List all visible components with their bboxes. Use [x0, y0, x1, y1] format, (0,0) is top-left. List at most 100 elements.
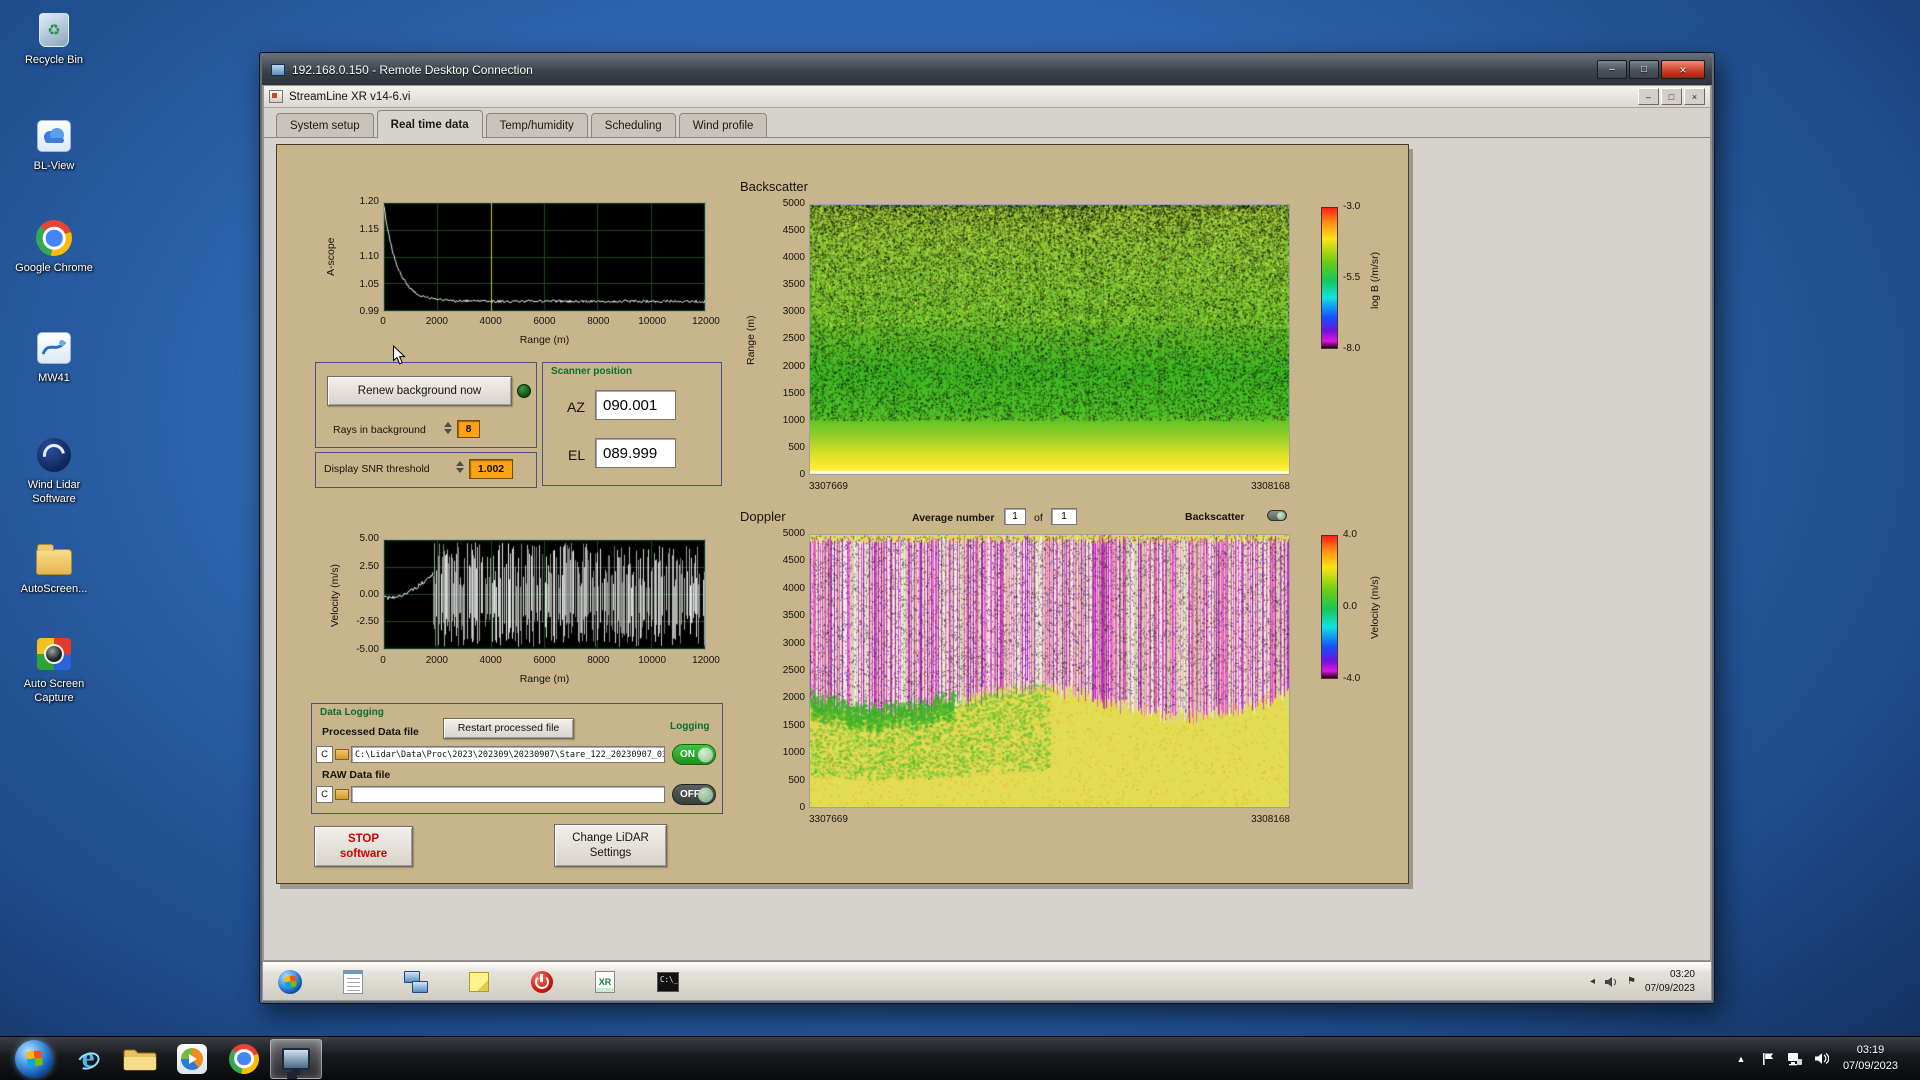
stop-line2: software [340, 847, 387, 861]
renew-background-led [517, 384, 531, 398]
average-number-field[interactable]: 1 [1004, 508, 1026, 525]
remote-notepad-button[interactable] [338, 968, 368, 996]
rays-in-background-label: Rays in background [333, 424, 426, 436]
tab-real-time-data[interactable]: Real time data [377, 110, 483, 138]
doppler-xtick-left: 3307669 [809, 814, 848, 825]
desktop-icon-google-chrome[interactable]: Google Chrome [8, 218, 100, 276]
doppler-colorbar [1321, 535, 1338, 679]
change-lidar-settings-button[interactable]: Change LiDAR Settings [554, 824, 667, 867]
action-center-flag-icon[interactable] [1760, 1051, 1776, 1067]
icon-label: Recycle Bin [25, 54, 83, 68]
snr-threshold-label: Display SNR threshold [324, 463, 430, 475]
spreadsheet-xr-icon: XR [595, 971, 615, 993]
rays-spinner[interactable] [443, 422, 453, 434]
raw-drive-box[interactable]: C [316, 786, 333, 803]
raw-folder-icon[interactable] [335, 789, 349, 800]
backscatter-canvas [810, 205, 1289, 474]
taskbar-file-explorer[interactable] [114, 1039, 166, 1079]
raw-logging-toggle[interactable]: OFF [672, 784, 716, 805]
average-count-field[interactable]: 1 [1051, 508, 1077, 525]
hidden-icons-chevron[interactable]: ▲ [1733, 1051, 1749, 1067]
remote-tray: ◂ ⚑ 03:20 07/09/2023 [1590, 968, 1699, 995]
rays-value[interactable]: 8 [457, 420, 480, 438]
backscatter-ylabel: Range (m) [745, 265, 757, 415]
processed-folder-icon[interactable] [335, 749, 349, 760]
network-icon[interactable] [1787, 1051, 1803, 1067]
rdp-maximize-button[interactable]: □ [1629, 60, 1659, 79]
stop-software-button[interactable]: STOP software [314, 826, 413, 867]
doppler-heatmap [809, 534, 1290, 808]
remote-flag-icon[interactable]: ⚑ [1627, 976, 1636, 987]
raw-data-file-label: RAW Data file [322, 769, 390, 781]
taskbar-google-chrome[interactable] [218, 1039, 270, 1079]
taskbar-media-player[interactable] [166, 1039, 218, 1079]
app-icon [269, 90, 283, 103]
restart-processed-file-button[interactable]: Restart processed file [443, 718, 574, 739]
app-window: StreamLine XR v14-6.vi – □ × System setu… [263, 85, 1711, 961]
wind-lidar-icon [33, 435, 75, 475]
raw-path-field[interactable] [351, 786, 665, 803]
tab-wind-profile[interactable]: Wind profile [679, 113, 768, 137]
desktop-icon-autoscreen[interactable]: AutoScreen... [8, 539, 100, 597]
desktop-icon-wind-lidar[interactable]: Wind Lidar Software [8, 435, 100, 507]
taskbar-internet-explorer[interactable]: e [62, 1039, 114, 1079]
rdp-minimize-button[interactable]: – [1597, 60, 1627, 79]
tab-system-setup[interactable]: System setup [276, 113, 374, 137]
rdp-close-button[interactable]: × [1661, 60, 1705, 79]
rdp-client-area: StreamLine XR v14-6.vi – □ × System setu… [263, 85, 1711, 1000]
start-orb-icon [278, 970, 302, 994]
doppler-xticks: 3307669 3308168 [809, 814, 1290, 825]
app-maximize-button[interactable]: □ [1661, 88, 1682, 105]
app-close-button[interactable]: × [1684, 88, 1705, 105]
volume-icon[interactable] [1814, 1051, 1830, 1067]
remote-desktop-icon [282, 1048, 310, 1070]
az-field[interactable]: 090.001 [595, 390, 676, 420]
taskbar-clock[interactable]: 03:19 07/09/2023 [1841, 1043, 1906, 1074]
velocity-yticks: 5.002.500.00-2.50-5.00 [335, 534, 379, 655]
ascope-canvas [384, 203, 705, 311]
renew-background-button[interactable]: Renew background now [327, 376, 512, 406]
icon-label: MW41 [38, 372, 70, 386]
desktop: ♻ Recycle Bin BL-View Google Chrome MW41… [0, 0, 1920, 1080]
backscatter-toggle-label: Backscatter [1185, 511, 1245, 523]
backscatter-colorbar-ticks: -3.0-5.5-8.0 [1343, 202, 1360, 354]
processed-logging-toggle[interactable]: ON [672, 744, 716, 765]
processed-path-field[interactable]: C:\Lidar\Data\Proc\2023\202309\20230907\… [351, 746, 665, 763]
velocity-xticks: 020004000600080001000012000 [361, 656, 728, 666]
desktop-icon-bl-view[interactable]: BL-View [8, 116, 100, 174]
remote-clock[interactable]: 03:20 07/09/2023 [1645, 968, 1699, 995]
remote-hidden-icons-chevron[interactable]: ◂ [1590, 976, 1595, 987]
remote-notes-button[interactable] [464, 968, 494, 996]
desktop-icon-mw41[interactable]: MW41 [8, 328, 100, 386]
data-logging-box: Data Logging Processed Data file Restart… [311, 703, 723, 814]
el-label: EL [568, 447, 585, 463]
rdp-window-icon [271, 64, 285, 76]
start-button[interactable] [15, 1040, 53, 1078]
taskbar-remote-desktop-active[interactable] [270, 1039, 322, 1079]
remote-clock-date: 07/09/2023 [1645, 982, 1695, 996]
remote-xr-button[interactable]: XR [590, 968, 620, 996]
tab-scheduling[interactable]: Scheduling [591, 113, 676, 137]
start-orb-icon [26, 1050, 42, 1066]
processed-drive-box[interactable]: C [316, 746, 333, 763]
remote-volume-icon[interactable] [1604, 976, 1618, 988]
tab-temp-humidity[interactable]: Temp/humidity [486, 113, 588, 137]
remote-power-button[interactable] [527, 968, 557, 996]
sticky-notes-icon [469, 972, 489, 992]
background-controls-box: Renew background now Rays in background … [315, 362, 537, 448]
remote-start-button[interactable] [275, 968, 305, 996]
remote-cmd-button[interactable]: C:\_ [653, 968, 683, 996]
app-minimize-button[interactable]: – [1638, 88, 1659, 105]
desktop-icon-recycle-bin[interactable]: ♻ Recycle Bin [8, 10, 100, 68]
backscatter-title: Backscatter [740, 179, 808, 194]
ascope-xticks: 020004000600080001000012000 [361, 317, 728, 327]
snr-value[interactable]: 1.002 [469, 459, 513, 479]
app-titlebar[interactable]: StreamLine XR v14-6.vi – □ × [264, 86, 1710, 108]
backscatter-toggle[interactable] [1267, 510, 1287, 521]
snr-spinner[interactable] [455, 461, 465, 473]
el-field[interactable]: 089.999 [595, 438, 676, 468]
remote-rdp-button[interactable] [401, 968, 431, 996]
chrome-icon [229, 1044, 259, 1074]
rdp-titlebar[interactable]: 192.168.0.150 - Remote Desktop Connectio… [262, 55, 1712, 85]
desktop-icon-auto-screen-capture[interactable]: Auto Screen Capture [8, 634, 100, 706]
